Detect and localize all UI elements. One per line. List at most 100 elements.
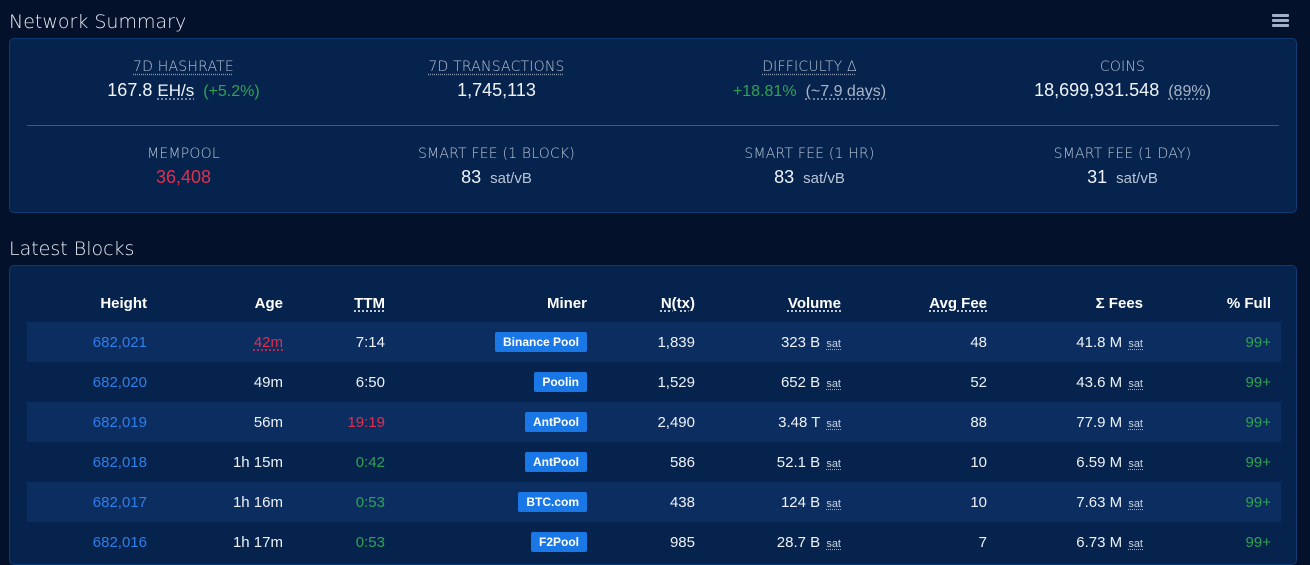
fee-block-label: SMART FEE (1 BLOCK)	[418, 146, 575, 162]
block-miner[interactable]: F2Pool	[395, 522, 597, 562]
col-height: Height	[100, 294, 147, 312]
difficulty-stat: DIFFICULTY Δ +18.81% (~7.9 days)	[653, 59, 966, 101]
difficulty-eta[interactable]: (~7.9 days)	[806, 83, 886, 100]
block-miner[interactable]: AntPool	[395, 442, 597, 482]
block-miner[interactable]: BTC.com	[395, 482, 597, 522]
fee-day-unit: sat/vB	[1116, 170, 1158, 187]
block-height[interactable]: 682,020	[27, 362, 157, 402]
transactions-stat: 7D TRANSACTIONS 1,745,113	[340, 59, 653, 101]
col-miner: Miner	[546, 294, 587, 312]
block-ttm: 0:42	[355, 453, 385, 471]
summary-divider	[27, 125, 1279, 126]
col-avg-fee[interactable]: Avg Fee	[851, 284, 997, 322]
summary-row-bottom: MEMPOOL 36,408 SMART FEE (1 BLOCK) 83 sa…	[27, 146, 1279, 188]
block-miner[interactable]: Binance Pool	[395, 322, 597, 362]
blocks-table: Height Age TTM Miner N(tx) Volume Avg Fe…	[27, 284, 1281, 562]
table-row: 682,020 49m 6:50 Poolin 1,529 652 B sat 52 43.6…	[27, 362, 1281, 402]
fee-hr-unit: sat/vB	[803, 170, 845, 187]
block-height[interactable]: 682,018	[27, 442, 157, 482]
block-miner[interactable]: Poolin	[395, 362, 597, 402]
coins-pct[interactable]: (89%)	[1168, 83, 1211, 100]
hashrate-label[interactable]: 7D HASHRATE	[27, 59, 340, 75]
block-fees: 43.6 M sat	[1076, 373, 1143, 391]
miner-badge: Poolin	[534, 372, 587, 392]
sat-unit: sat	[1128, 537, 1143, 550]
latest-blocks-title: Latest Blocks	[9, 238, 135, 260]
coins-stat: COINS 18,699,931.548 (89%)	[966, 59, 1279, 101]
block-ntx: 1,839	[597, 322, 705, 362]
coins-value: 18,699,931.548	[1034, 80, 1160, 100]
block-avg-fee: 10	[970, 453, 987, 471]
sat-unit: sat	[1128, 497, 1143, 510]
block-avg-fee: 48	[851, 322, 997, 362]
block-avg-fee: 52	[970, 373, 987, 391]
miner-badge: Binance Pool	[494, 332, 587, 352]
col-age: Age	[254, 294, 283, 312]
table-row: 682,016 1h 17m 0:53 F2Pool 985 28.7 B sat 7 6.7…	[27, 522, 1281, 562]
table-row: 682,021 42m 7:14 Binance Pool 1,839 323 B sat…	[27, 322, 1281, 362]
mempool-stat: MEMPOOL 36,408	[27, 146, 340, 188]
col-ttm[interactable]: TTM	[293, 284, 395, 322]
mempool-label: MEMPOOL	[147, 146, 220, 162]
network-summary-card: 7D HASHRATE 167.8 EH/s (+5.2%) 7D TRANSA…	[9, 38, 1297, 213]
sat-unit: sat	[826, 377, 841, 390]
fee-day-value: 31	[1087, 167, 1108, 187]
sat-unit: sat	[826, 417, 841, 430]
block-height[interactable]: 682,016	[27, 522, 157, 562]
block-full: 99+	[1245, 453, 1271, 471]
block-full: 99+	[1153, 402, 1281, 442]
sat-unit: sat	[826, 537, 841, 550]
hashrate-stat: 7D HASHRATE 167.8 EH/s (+5.2%)	[27, 59, 340, 101]
block-volume: 652 B sat	[780, 373, 841, 391]
col-ntx[interactable]: N(tx)	[597, 284, 705, 322]
block-volume: 52.1 B sat	[776, 453, 841, 471]
block-volume: 323 B sat	[705, 322, 851, 362]
fee-block-unit: sat/vB	[490, 170, 532, 187]
block-ntx: 1,529	[657, 373, 695, 391]
table-row: 682,019 56m 19:19 AntPool 2,490 3.48 T sat 88 7…	[27, 402, 1281, 442]
hashrate-change: (+5.2%)	[203, 83, 260, 100]
transactions-value: 1,745,113	[457, 80, 536, 100]
block-ntx: 2,490	[597, 402, 705, 442]
block-height[interactable]: 682,017	[27, 482, 157, 522]
col-volume[interactable]: Volume	[705, 284, 851, 322]
block-ttm: 6:50	[355, 373, 385, 391]
block-avg-fee: 10	[851, 482, 997, 522]
fee-hr-stat: SMART FEE (1 HR) 83 sat/vB	[653, 146, 966, 188]
list-icon[interactable]	[1272, 14, 1289, 30]
block-volume: 124 B sat	[705, 482, 851, 522]
transactions-label[interactable]: 7D TRANSACTIONS	[340, 59, 653, 75]
block-age: 1h 17m	[232, 533, 283, 551]
block-volume: 28.7 B sat	[776, 533, 841, 551]
block-age: 42m	[157, 322, 293, 362]
sat-unit: sat	[1128, 377, 1143, 390]
block-fees: 7.63 M sat	[997, 482, 1153, 522]
difficulty-label[interactable]: DIFFICULTY Δ	[653, 59, 966, 75]
sat-unit: sat	[826, 497, 841, 510]
difficulty-value: +18.81%	[732, 83, 797, 100]
col-fees: Σ Fees	[1095, 294, 1143, 312]
fee-day-stat: SMART FEE (1 DAY) 31 sat/vB	[966, 146, 1279, 188]
table-header: Height Age TTM Miner N(tx) Volume Avg Fe…	[27, 284, 1281, 322]
block-volume: 3.48 T sat	[705, 402, 851, 442]
block-age: 56m	[157, 402, 293, 442]
block-height[interactable]: 682,019	[27, 402, 157, 442]
miner-badge: F2Pool	[530, 532, 587, 552]
block-age: 1h 15m	[232, 453, 283, 471]
summary-row-top: 7D HASHRATE 167.8 EH/s (+5.2%) 7D TRANSA…	[27, 59, 1279, 101]
coins-label: COINS	[1099, 59, 1146, 75]
block-age: 1h 16m	[157, 482, 293, 522]
col-full: % Full	[1226, 294, 1271, 312]
fee-hr-label: SMART FEE (1 HR)	[744, 146, 875, 162]
network-summary-title: Network Summary	[9, 11, 187, 33]
block-avg-fee: 7	[978, 533, 987, 551]
block-height[interactable]: 682,021	[27, 322, 157, 362]
block-avg-fee: 88	[851, 402, 997, 442]
block-ntx: 438	[597, 482, 705, 522]
block-full: 99+	[1153, 482, 1281, 522]
block-miner[interactable]: AntPool	[395, 402, 597, 442]
table-row: 682,018 1h 15m 0:42 AntPool 586 52.1 B sat 10 6…	[27, 442, 1281, 482]
block-ttm: 7:14	[293, 322, 395, 362]
block-ntx: 985	[669, 533, 695, 551]
hashrate-unit[interactable]: EH/s	[157, 81, 194, 100]
